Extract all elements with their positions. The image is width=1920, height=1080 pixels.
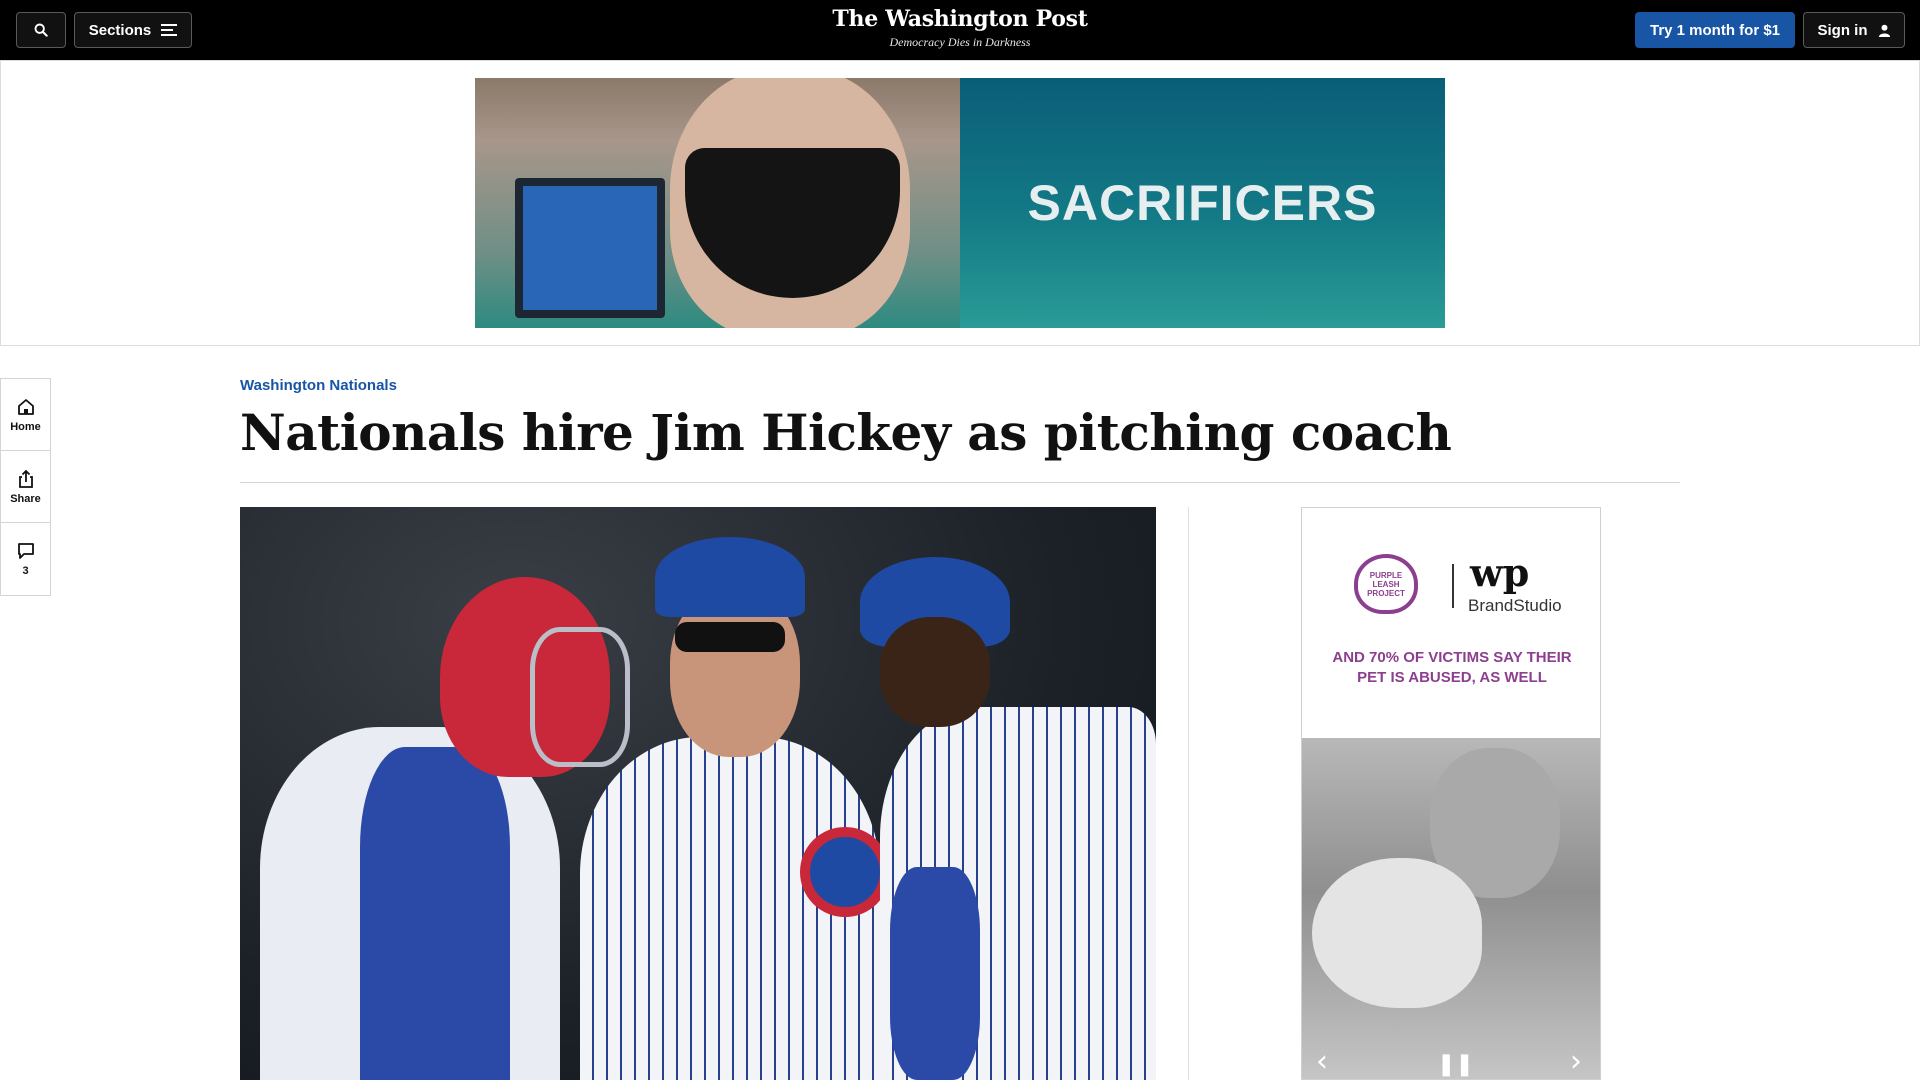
cubs-logo [800,827,890,917]
comment-icon [17,543,34,559]
ad-photo-woman-pet [1302,738,1600,1079]
search-button[interactable] [16,12,66,48]
share-button[interactable]: Share [1,451,50,523]
article-side-rail: Home Share 3 [0,378,51,596]
home-label: Home [10,420,41,433]
masthead[interactable]: The Washington Post Democracy Dies in Da… [760,6,1160,50]
pitcher-sleeve [890,867,980,1080]
share-label: Share [10,492,41,505]
catcher-chest-protector [360,747,510,1080]
site-tagline: Democracy Dies in Darkness [889,35,1031,49]
headline-divider [240,482,1680,483]
home-button[interactable]: Home [1,379,50,451]
comments-button[interactable]: 3 [1,523,50,595]
sections-label: Sections [88,21,152,39]
section-kicker-link[interactable]: Washington Nationals [240,377,397,394]
site-logo[interactable]: The Washington Post [760,6,1160,32]
ad-claim-text: AND 70% OF VICTIMS SAY THEIR PET IS ABUS… [1332,649,1572,686]
coach-sunglasses [675,622,785,652]
user-icon [1878,24,1890,37]
pet-image [1312,858,1482,1008]
ad-headline: SACRIFICERS [1027,175,1378,231]
share-icon [18,469,33,488]
menu-icon [161,24,178,36]
carousel-next-icon[interactable]: › [1570,1044,1582,1079]
top-banner-ad[interactable]: SACRIFICERS [475,78,1445,328]
catcher-mask [530,627,630,767]
column-divider [1188,507,1189,1080]
sections-button[interactable]: Sections [74,12,192,48]
brand-divider [1452,564,1454,608]
purple-leash-logo: PURPLE LEASH PROJECT [1354,554,1418,614]
search-icon [34,23,48,37]
pitcher-face [880,617,990,727]
coach-cap [655,537,805,617]
sign-in-button[interactable]: Sign in [1803,12,1905,48]
article-headline: Nationals hire Jim Hickey as pitching co… [240,403,1452,462]
home-icon [17,398,34,415]
side-ad[interactable]: PURPLE LEASH PROJECT wp BrandStudio AND … [1301,507,1601,1080]
wp-brand-mark: wp [1470,550,1530,595]
brand-studio-label: BrandStudio [1468,596,1562,615]
ad-text-panel: SACRIFICERS [960,78,1445,328]
monitor-image [515,178,665,318]
carousel-prev-icon[interactable]: ‹ [1316,1044,1328,1079]
top-navigation-bar: Sections The Washington Post Democracy D… [0,0,1920,60]
subscribe-button[interactable]: Try 1 month for $1 [1635,12,1795,48]
ad-photo-masked-person [475,78,960,328]
comments-count: 3 [22,565,29,577]
article-lead-image[interactable] [240,507,1156,1080]
ad-brand-row: PURPLE LEASH PROJECT wp BrandStudio [1302,546,1600,626]
pause-icon[interactable]: ❚❚ [1437,1052,1474,1077]
sign-in-label: Sign in [1817,21,1868,39]
